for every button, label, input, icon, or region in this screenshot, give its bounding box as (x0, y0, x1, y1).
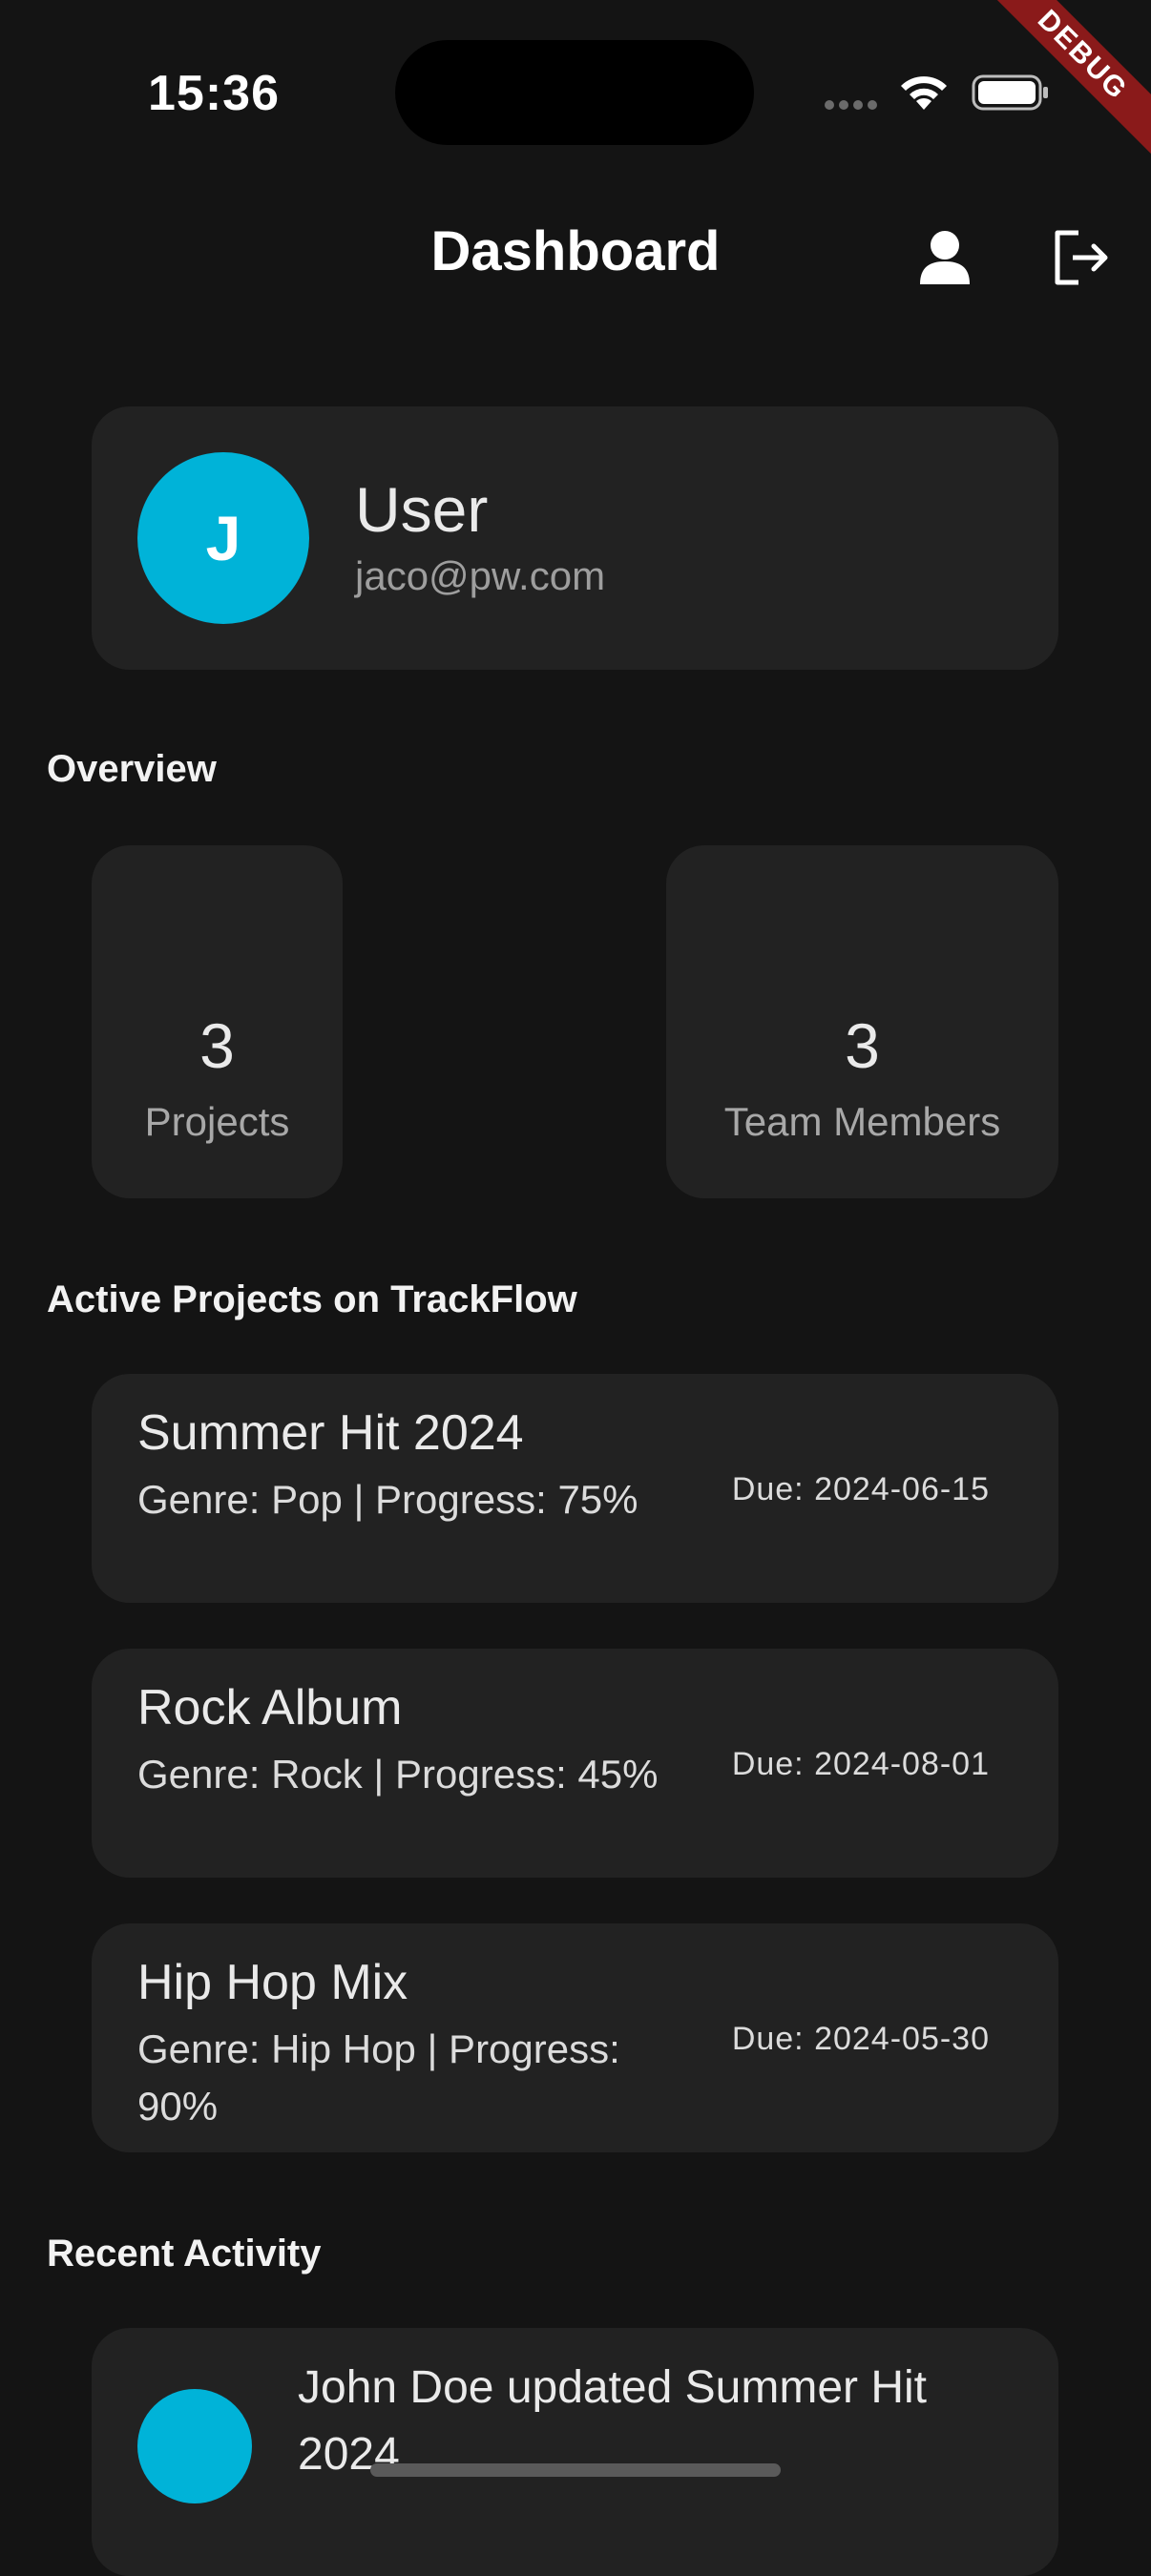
recent-activity-title: Recent Activity (47, 2233, 322, 2275)
signal-dots-icon (825, 100, 882, 112)
project-meta: Genre: Hip Hop | Progress: 90% (137, 2026, 620, 2129)
project-name: Rock Album (137, 1680, 403, 1735)
dynamic-island (395, 40, 754, 145)
project-card[interactable]: Summer Hit 2024 Genre: Pop | Progress: 7… (92, 1374, 1058, 1603)
project-due-date: Due: 2024-08-01 (731, 1746, 990, 1782)
project-meta: Genre: Rock | Progress: 45% (137, 1752, 659, 1797)
user-name: User (355, 474, 489, 545)
wifi-icon (901, 76, 947, 110)
project-name: Hip Hop Mix (137, 1955, 408, 2010)
stat-card-team-members[interactable]: 3 Team Members (666, 845, 1058, 1198)
project-card[interactable]: Hip Hop Mix Genre: Hip Hop | Progress: 9… (92, 1923, 1058, 2152)
activity-avatar (137, 2389, 252, 2503)
status-time: 15:36 (148, 66, 280, 121)
project-card[interactable]: Rock Album Genre: Rock | Progress: 45% D… (92, 1649, 1058, 1878)
battery-icon (972, 74, 1048, 111)
project-meta: Genre: Pop | Progress: 75% (137, 1477, 638, 1522)
overview-title: Overview (47, 748, 217, 790)
logout-icon[interactable] (1050, 227, 1111, 288)
stat-card-projects[interactable]: 3 Projects (92, 845, 343, 1198)
avatar: J (137, 452, 309, 624)
profile-icon[interactable] (918, 229, 972, 286)
stat-value: 3 (845, 1010, 880, 1081)
home-indicator[interactable] (370, 2463, 781, 2477)
project-due-date: Due: 2024-05-30 (731, 2021, 990, 2057)
project-name: Summer Hit 2024 (137, 1405, 524, 1461)
activity-item[interactable]: John Doe updated Summer Hit 2024 (92, 2328, 1058, 2576)
stat-label: Team Members (723, 1099, 1001, 1144)
page-title: Dashboard (430, 220, 721, 282)
user-card: J User jaco@pw.com (92, 406, 1058, 670)
stat-label: Projects (144, 1099, 290, 1144)
stat-value: 3 (199, 1010, 235, 1081)
active-projects-title: Active Projects on TrackFlow (47, 1278, 577, 1320)
project-due-date: Due: 2024-06-15 (731, 1471, 990, 1507)
user-email: jaco@pw.com (355, 553, 606, 598)
